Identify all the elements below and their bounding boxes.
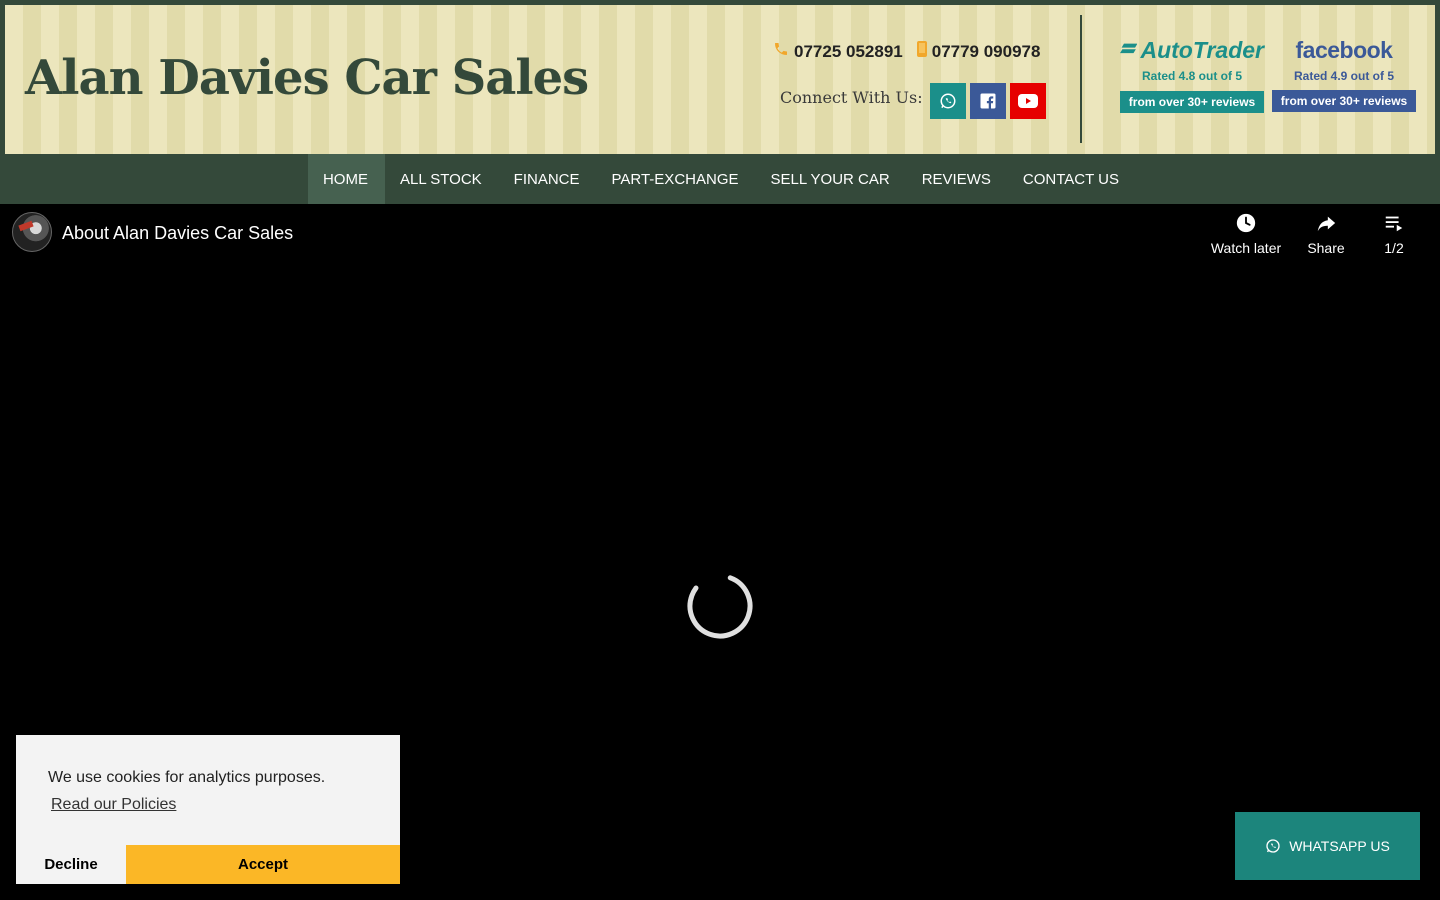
youtube-icon [1018,94,1038,108]
site-title[interactable]: Alan Davies Car Sales [25,50,589,106]
video-title[interactable]: About Alan Davies Car Sales [62,223,293,244]
facebook-review-badge: from over 30+ reviews [1272,90,1416,112]
autotrader-icon [1120,43,1138,54]
connect-label: Connect With Us: [780,88,923,107]
whatsapp-button[interactable] [930,83,966,119]
facebook-logo: facebook [1295,36,1393,63]
loading-spinner-icon [687,573,753,639]
phone-number-2: 07779 090978 [931,41,1041,61]
nav-item-part-exchange[interactable]: PART-EXCHANGE [597,154,756,204]
facebook-rating[interactable]: facebook Rated 4.9 out of 5 from over 30… [1272,35,1416,112]
cookie-banner: We use cookies for analytics purposes. R… [16,735,400,884]
facebook-icon [980,93,996,109]
nav-item-reviews[interactable]: REVIEWS [907,154,1008,204]
nav-item-home[interactable]: HOME [307,154,385,204]
cookie-policy-link[interactable]: Read our Policies [51,796,176,814]
facebook-rating-text: Rated 4.9 out of 5 [1293,69,1394,83]
autotrader-rating[interactable]: AutoTrader Rated 4.8 out of 5 from over … [1120,35,1264,113]
whatsapp-us-button[interactable]: WHATSAPP US [1235,812,1420,880]
cookie-message: We use cookies for analytics purposes. [48,769,326,786]
whatsapp-icon [940,93,956,109]
site-header: Alan Davies Car Sales 07725 052891 07779… [0,0,1440,154]
autotrader-rating-text: Rated 4.8 out of 5 [1141,69,1242,83]
main-nav: HOME ALL STOCK FINANCE PART-EXCHANGE SEL… [0,154,1440,204]
playlist-position: 1/2 [1384,240,1404,256]
autotrader-logo: AutoTrader [1120,35,1264,65]
phone-number-1: 07725 052891 [794,41,903,61]
nav-item-finance[interactable]: FINANCE [499,154,597,204]
nav-item-contact-us[interactable]: CONTACT US [1008,154,1136,204]
playlist-icon [1385,216,1403,232]
phone-numbers: 07725 052891 07779 090978 [773,41,1040,62]
share-button[interactable]: Share [1296,212,1356,256]
channel-avatar[interactable] [12,212,52,252]
clock-icon [1236,213,1256,233]
whatsapp-us-label: WHATSAPP US [1289,838,1390,854]
facebook-button[interactable] [970,83,1006,119]
phone-mobile[interactable]: 07779 090978 [916,41,1041,62]
whatsapp-icon [1266,839,1280,853]
share-label: Share [1307,240,1345,256]
cookie-accept-button[interactable]: Accept [126,845,400,884]
watch-later-button[interactable]: Watch later [1206,212,1286,256]
autotrader-review-badge: from over 30+ reviews [1120,91,1264,113]
share-arrow-icon [1317,216,1336,232]
youtube-button[interactable] [1010,83,1046,119]
watch-later-label: Watch later [1210,240,1282,256]
social-links [930,83,1046,119]
phone-landline[interactable]: 07725 052891 [773,41,903,62]
playlist-button[interactable]: 1/2 [1374,212,1414,256]
nav-item-all-stock[interactable]: ALL STOCK [385,154,499,204]
phone-icon [773,41,789,62]
mobile-icon [916,41,927,62]
nav-item-sell-your-car[interactable]: SELL YOUR CAR [756,154,907,204]
header-banner: Alan Davies Car Sales 07725 052891 07779… [5,5,1435,154]
cookie-decline-button[interactable]: Decline [16,845,126,884]
header-divider [1080,15,1082,143]
